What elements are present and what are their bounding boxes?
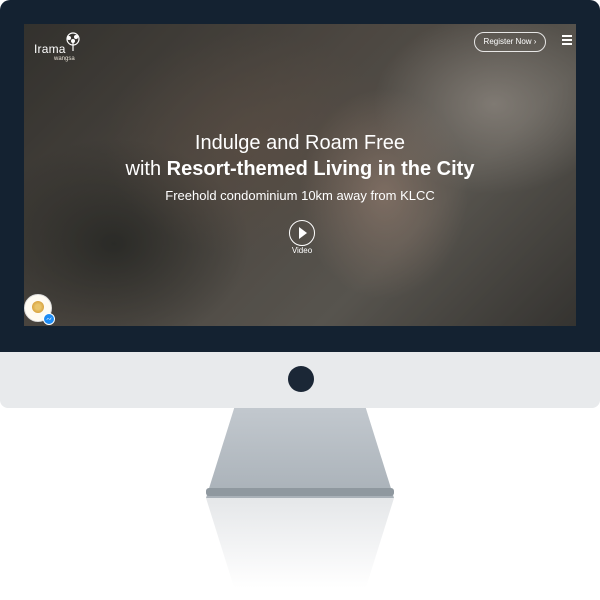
website-screen: Irama wangsa Register Now › Indulge and … [24,24,576,326]
hero-title-prefix: with [125,158,167,180]
register-now-button[interactable]: Register Now › [474,32,546,52]
video-label: Video [291,246,313,255]
messenger-icon[interactable] [43,313,55,325]
play-icon [299,227,307,239]
monitor-stand [206,408,394,498]
logo-subtext: wangsa [54,56,75,62]
hero-title-line2: with Resort-themed Living in the City [24,158,576,181]
hero-subtitle: Freehold condominium 10km away from KLCC [165,188,435,203]
site-logo[interactable]: Irama wangsa [34,32,94,62]
play-video-button[interactable] [289,220,315,246]
hero-title-bold: Resort-themed Living in the City [166,158,475,180]
monitor-stand-foot [206,488,394,496]
monitor-logo-dot [288,366,314,392]
chat-widget-avatar[interactable] [24,294,55,325]
hero-title-line1: Indulge and Roam Free [194,132,406,154]
logo-text: Irama [34,42,66,56]
hamburger-icon[interactable] [562,35,572,45]
monitor-stand-reflection [206,498,394,588]
chat-avatar-logo [32,301,44,313]
